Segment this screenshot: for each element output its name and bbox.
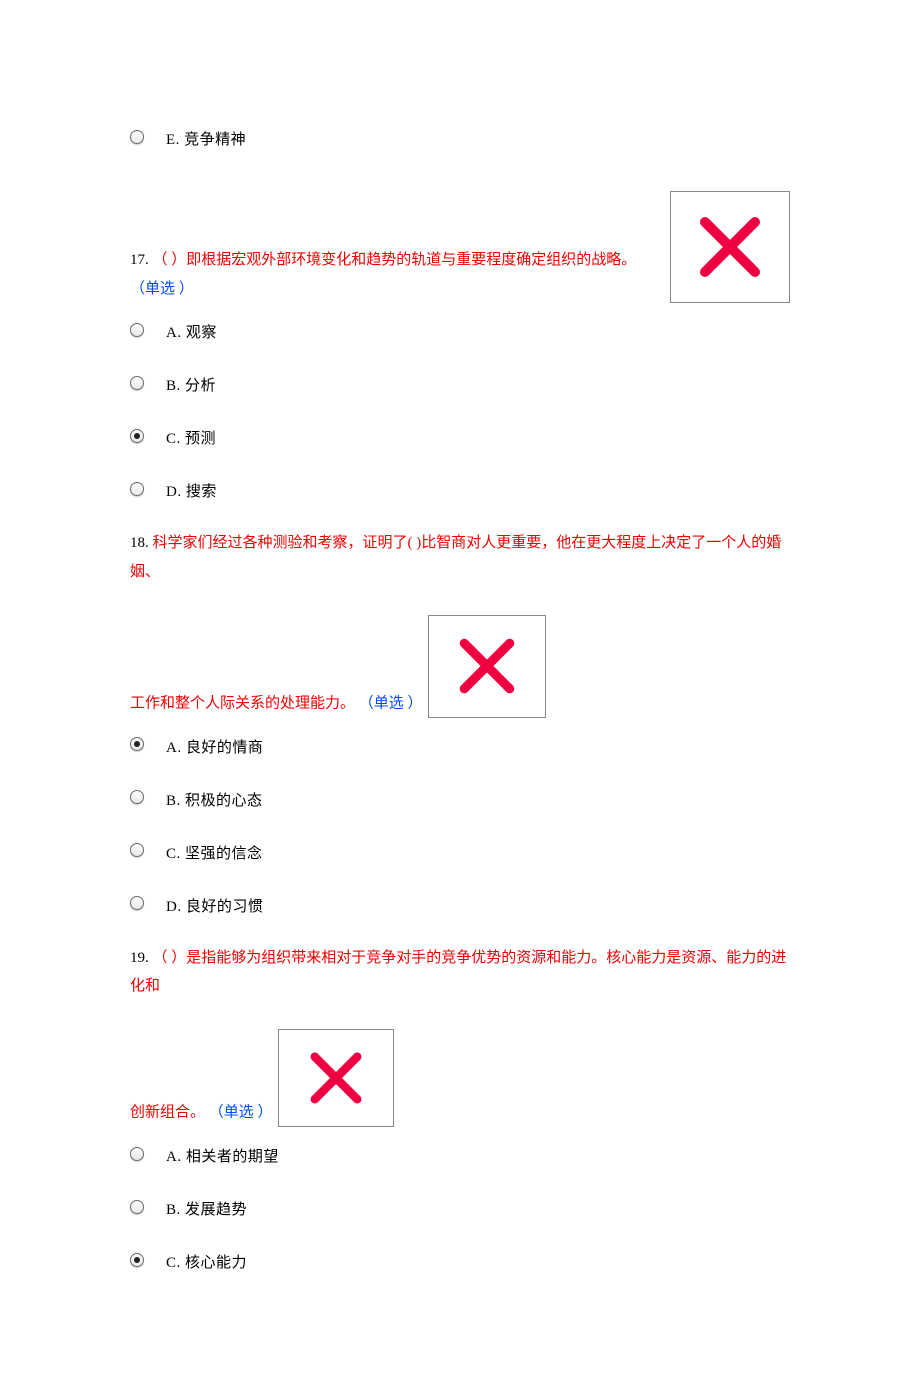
q19-type: （单选 ）	[209, 1105, 273, 1121]
q18-type: （单选 ）	[359, 695, 423, 711]
radio-q19-b[interactable]	[130, 1200, 144, 1214]
radio-q19-a[interactable]	[130, 1147, 144, 1161]
radio-q17-a[interactable]	[130, 323, 144, 337]
option-label: D. 良好的习惯	[166, 891, 263, 916]
question-18: 18. 科学家们经过各种测验和考察，证明了( )比智商对人更重要，他在更大程度上…	[130, 529, 790, 718]
q17-option-c[interactable]: C. 预测	[130, 423, 790, 448]
page: E. 竞争精神 17. （ ）即根据宏观外部环境变化和趋势的轨道与重要程度确定组…	[0, 0, 920, 1380]
option-label: B. 积极的心态	[166, 785, 263, 810]
q17-stem: （ ）即根据宏观外部环境变化和趋势的轨道与重要程度确定组织的战略。	[153, 252, 637, 268]
wrong-mark-icon	[670, 191, 790, 303]
q17-option-d[interactable]: D. 搜索	[130, 476, 790, 501]
option-label: C. 预测	[166, 423, 216, 448]
q19-option-c[interactable]: C. 核心能力	[130, 1247, 790, 1272]
q19-option-a[interactable]: A. 相关者的期望	[130, 1141, 790, 1166]
q18-number: 18.	[130, 535, 149, 551]
q18-option-d[interactable]: D. 良好的习惯	[130, 891, 790, 916]
option-label: B. 分析	[166, 370, 216, 395]
wrong-mark-icon	[428, 615, 546, 718]
q18-option-c[interactable]: C. 坚强的信念	[130, 838, 790, 863]
question-19: 19. （ ）是指能够为组织带来相对于竞争对手的竞争优势的资源和能力。核心能力是…	[130, 944, 790, 1128]
option-label: E. 竞争精神	[166, 124, 246, 149]
option-label: C. 坚强的信念	[166, 838, 263, 863]
radio-q18-d[interactable]	[130, 896, 144, 910]
option-label: A. 相关者的期望	[166, 1141, 279, 1166]
radio-prev-e[interactable]	[130, 130, 144, 144]
q19-stem-part2: 创新组合。	[130, 1105, 209, 1121]
q18-stem-part2: 工作和整个人际关系的处理能力。	[130, 695, 359, 711]
q18-option-a[interactable]: A. 良好的情商	[130, 732, 790, 757]
option-label: C. 核心能力	[166, 1247, 247, 1272]
prev-question-option-e[interactable]: E. 竞争精神	[130, 124, 790, 149]
radio-q18-c[interactable]	[130, 843, 144, 857]
radio-q19-c[interactable]	[130, 1253, 144, 1267]
wrong-mark-icon	[278, 1029, 394, 1127]
question-17: 17. （ ）即根据宏观外部环境变化和趋势的轨道与重要程度确定组织的战略。 （单…	[130, 191, 790, 303]
q18-option-b[interactable]: B. 积极的心态	[130, 785, 790, 810]
q18-stem-part1: 科学家们经过各种测验和考察，证明了( )比智商对人更重要，他在更大程度上决定了一…	[130, 535, 781, 580]
q19-option-b[interactable]: B. 发展趋势	[130, 1194, 790, 1219]
q17-type: （单选 ）	[130, 281, 194, 297]
radio-q17-b[interactable]	[130, 376, 144, 390]
q19-number: 19.	[130, 950, 149, 966]
option-label: A. 观察	[166, 317, 217, 342]
q19-stem-part1: （ ）是指能够为组织带来相对于竞争对手的竞争优势的资源和能力。核心能力是资源、能…	[130, 950, 786, 995]
radio-q18-a[interactable]	[130, 737, 144, 751]
q17-number: 17.	[130, 252, 149, 268]
radio-q17-d[interactable]	[130, 482, 144, 496]
q17-option-a[interactable]: A. 观察	[130, 317, 790, 342]
radio-q18-b[interactable]	[130, 790, 144, 804]
option-label: B. 发展趋势	[166, 1194, 247, 1219]
option-label: D. 搜索	[166, 476, 217, 501]
radio-q17-c[interactable]	[130, 429, 144, 443]
option-label: A. 良好的情商	[166, 732, 263, 757]
q17-option-b[interactable]: B. 分析	[130, 370, 790, 395]
